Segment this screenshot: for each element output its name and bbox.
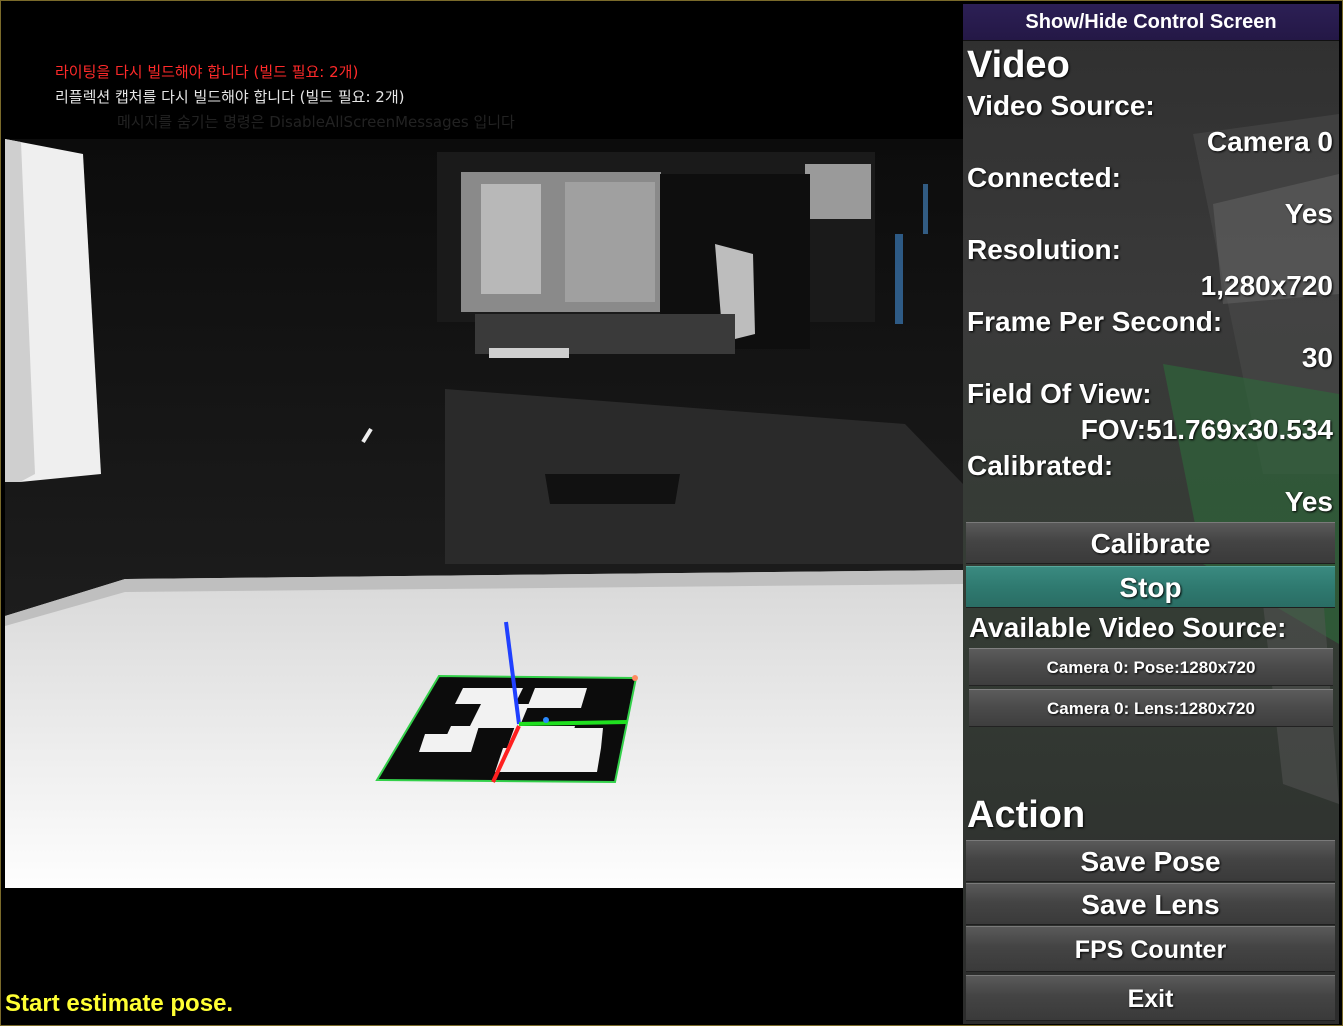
- calibrated-label: Calibrated:: [967, 450, 1114, 481]
- camera-feed: [5, 139, 963, 1024]
- screen-message-hint: 메시지를 숨기는 명령은 DisableAllScreenMessages 입니…: [117, 113, 515, 131]
- available-video-source-label: Available Video Source:: [969, 612, 1287, 643]
- save-pose-button[interactable]: Save Pose: [966, 840, 1335, 882]
- show-hide-control-screen-button[interactable]: Show/Hide Control Screen: [963, 4, 1339, 41]
- y-axis-line: [518, 720, 628, 726]
- video-source-label: Video Source:: [967, 90, 1155, 121]
- resolution-label: Resolution:: [967, 234, 1121, 265]
- camera-viewport: 라이팅을 다시 빌드해야 합니다 (빌드 필요: 2개) 리플렉션 캡처를 다시…: [5, 4, 963, 1024]
- calibrate-button[interactable]: Calibrate: [966, 522, 1335, 564]
- video-source-value: Camera 0: [1206, 126, 1333, 157]
- control-panel: Show/Hide Control Screen Video Video Sou…: [963, 4, 1339, 1024]
- save-lens-button[interactable]: Save Lens: [966, 883, 1335, 925]
- fps-value: 30: [1301, 342, 1333, 373]
- video-source-option-lens[interactable]: Camera 0: Lens:1280x720: [969, 689, 1333, 727]
- stop-button[interactable]: Stop: [966, 566, 1335, 608]
- video-source-option-pose[interactable]: Camera 0: Pose:1280x720: [969, 648, 1333, 686]
- resolution-value: 1,280x720: [1200, 270, 1333, 301]
- field-of-view-label: Field Of View:: [967, 378, 1152, 409]
- connected-value: Yes: [1284, 198, 1333, 229]
- screen-message-reflection: 리플렉션 캡처를 다시 빌드해야 합니다 (빌드 필요: 2개): [55, 88, 405, 106]
- app-window: 라이팅을 다시 빌드해야 합니다 (빌드 필요: 2개) 리플렉션 캡처를 다시…: [0, 0, 1343, 1026]
- connected-label: Connected:: [967, 162, 1121, 193]
- screen-message-lighting: 라이팅을 다시 빌드해야 합니다 (빌드 필요: 2개): [55, 63, 359, 81]
- video-heading: Video: [967, 44, 1070, 86]
- calibrated-value: Yes: [1284, 486, 1333, 517]
- field-of-view-value: FOV:51.769x30.534: [1080, 414, 1333, 445]
- fps-counter-button[interactable]: FPS Counter: [966, 926, 1335, 972]
- status-text: Start estimate pose.: [5, 990, 234, 1017]
- fps-label: Frame Per Second:: [967, 306, 1223, 337]
- exit-button[interactable]: Exit: [966, 975, 1335, 1021]
- action-heading: Action: [967, 794, 1086, 836]
